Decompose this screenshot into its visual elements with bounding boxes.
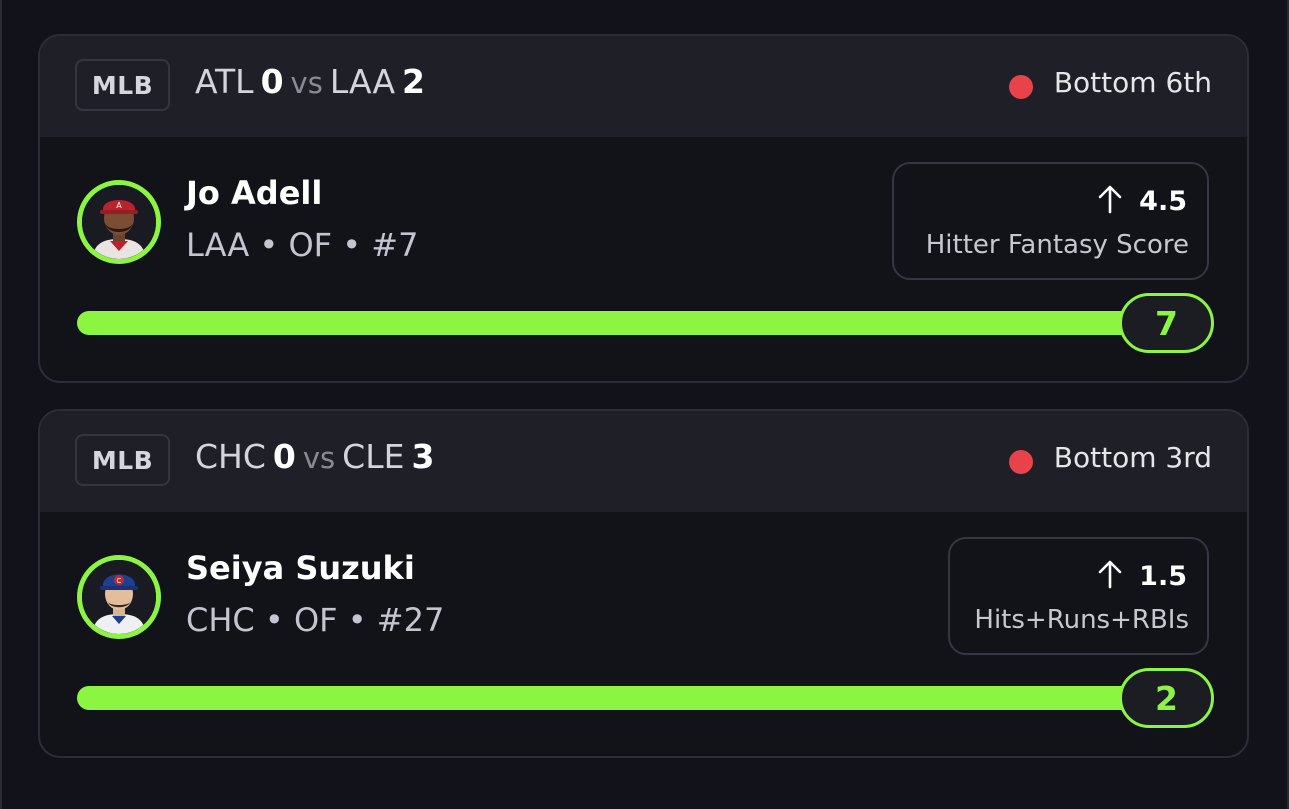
home-team: LAA [329,62,396,101]
svg-text:A: A [116,201,122,210]
matchup-score: CHC 0 vs CLE 3 [195,437,434,483]
live-dot-icon [1009,75,1033,99]
stat-line-box[interactable]: 4.5 Hitter Fantasy Score [892,162,1209,280]
away-score: 0 [272,437,296,476]
stat-type-label: Hits+Runs+RBIs [974,605,1189,635]
left-edge [0,0,2,809]
stat-type-label: Hitter Fantasy Score [925,230,1189,260]
prop-card[interactable]: MLB ATL 0 vs LAA 2 Bottom 6th A Jo Adell… [38,34,1249,383]
current-stat-value: 7 [1119,293,1214,353]
home-team: CLE [342,437,405,476]
player-name: Seiya Suzuki [186,549,415,587]
league-badge: MLB [75,434,170,486]
player-headshot-icon: C [82,560,156,634]
progress-fill [77,686,1177,710]
svg-text:C: C [117,577,122,585]
stat-line-row: 4.5 [1097,184,1187,218]
game-inning: Bottom 3rd [1053,441,1212,474]
vs-label: vs [290,66,323,100]
home-score: 2 [402,62,425,101]
game-inning: Bottom 6th [1053,66,1212,99]
live-dot-icon [1009,450,1033,474]
current-stat-value: 2 [1119,668,1214,728]
away-score: 0 [260,62,284,101]
matchup-score: ATL 0 vs LAA 2 [195,62,425,108]
player-name: Jo Adell [186,174,323,212]
game-header: MLB CHC 0 vs CLE 3 Bottom 3rd [40,411,1247,512]
stat-line-value: 4.5 [1139,185,1187,217]
player-details: CHC • OF • #27 [186,601,445,639]
vs-label: vs [302,441,336,475]
player-headshot-icon: A [82,185,156,259]
home-score: 3 [411,437,435,476]
game-header: MLB ATL 0 vs LAA 2 Bottom 6th [40,36,1247,137]
player-details: LAA • OF • #7 [186,226,419,264]
prop-card[interactable]: MLB CHC 0 vs CLE 3 Bottom 3rd C Seiya Su… [38,409,1249,758]
player-avatar: C [77,555,161,639]
progress-bar [77,311,1177,335]
stat-line-box[interactable]: 1.5 Hits+Runs+RBIs [948,537,1209,655]
league-badge: MLB [75,59,170,111]
progress-fill [77,311,1177,335]
stat-line-value: 1.5 [1139,560,1187,592]
player-avatar: A [77,180,161,264]
progress-bar [77,686,1177,710]
away-team: CHC [195,437,266,476]
away-team: ATL [195,62,254,101]
stat-line-row: 1.5 [1097,559,1187,593]
arrow-up-icon [1097,559,1123,593]
arrow-up-icon [1097,184,1123,218]
